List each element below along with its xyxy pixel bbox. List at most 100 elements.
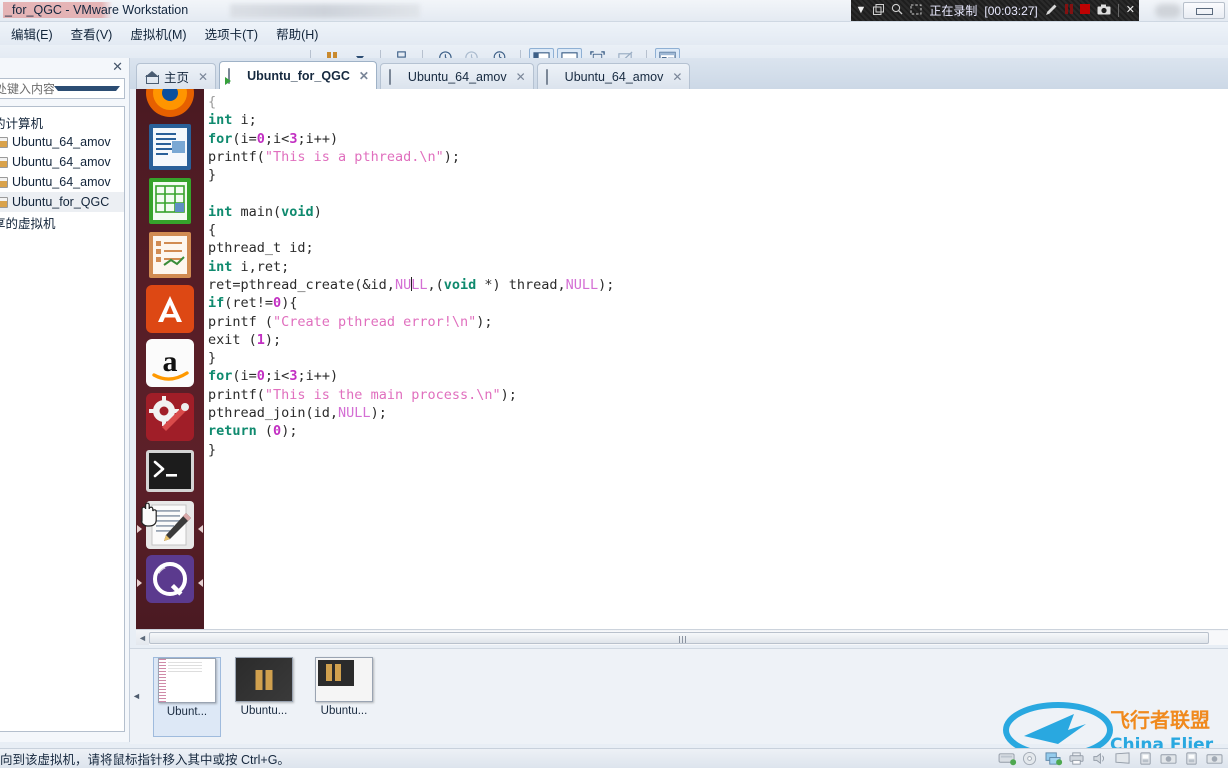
tree-group-shared-vms[interactable]: 享的虚拟机 — [0, 212, 124, 232]
tab-ubuntu-64-amov-2[interactable]: Ubuntu_64_amov ✕ — [536, 63, 691, 89]
pen-icon[interactable] — [1045, 3, 1058, 19]
menu-item-edit[interactable]: 编辑(E) — [2, 22, 62, 45]
sound-icon[interactable] — [1090, 751, 1109, 766]
close-library-icon[interactable]: ✕ — [112, 60, 123, 73]
device-status-icons — [998, 751, 1224, 766]
vm-horizontal-scrollbar[interactable]: ◄ — [136, 629, 1228, 645]
menu-item-help[interactable]: 帮助(H) — [267, 22, 327, 45]
camera-icon[interactable] — [1097, 4, 1111, 18]
collapse-thumbnails-icon[interactable]: ◄ — [132, 687, 141, 705]
tree-label: Ubuntu_for_QGC — [12, 195, 110, 209]
close-tab-icon[interactable]: ✕ — [359, 69, 369, 83]
tree-item-ubuntu-for-qgc[interactable]: Ubuntu_for_QGC — [0, 192, 124, 212]
tree-label: Ubuntu_64_amov — [12, 175, 111, 189]
vm-tab-bar: 主页 ✕ Ubuntu_for_QGC ✕ Ubuntu_64_amov ✕ U… — [130, 58, 1228, 89]
gedit-text-area[interactable]: { int i; for(i=0;i<3;i++) printf("This i… — [204, 89, 1228, 629]
library-panel: ✕ 处键入内容进行... 的计算机 Ubuntu_64_amov Ubuntu_… — [0, 58, 130, 742]
menu-item-tabs[interactable]: 选项卡(T) — [196, 22, 267, 45]
terminal-icon[interactable] — [144, 445, 196, 497]
tree-group-my-computer[interactable]: 的计算机 — [0, 112, 124, 132]
ubuntu-software-icon[interactable] — [144, 283, 196, 335]
select-region-icon[interactable] — [910, 4, 922, 18]
amazon-icon[interactable]: a — [144, 337, 196, 389]
libreoffice-calc-icon[interactable] — [144, 175, 196, 227]
thumbnail-item-2[interactable]: Ubuntu... — [230, 657, 298, 737]
camera-icon[interactable] — [1205, 751, 1224, 766]
chevron-down-icon[interactable] — [53, 86, 120, 91]
scroll-left-arrow-icon[interactable]: ◄ — [136, 633, 149, 643]
vm-running-icon — [228, 67, 242, 84]
vm-suspended-icon — [388, 68, 403, 85]
menu-item-view[interactable]: 查看(V) — [62, 22, 122, 45]
scrollbar-thumb[interactable] — [149, 631, 1209, 644]
close-tab-icon[interactable]: ✕ — [516, 70, 526, 84]
tab-ubuntu-64-amov-1[interactable]: Ubuntu_64_amov ✕ — [379, 63, 534, 89]
launcher-right-arrow-icon — [198, 525, 203, 533]
library-search-placeholder: 处键入内容进行... — [0, 82, 54, 96]
home-icon — [145, 70, 159, 84]
libreoffice-writer-icon[interactable] — [144, 121, 196, 173]
mouse-cursor-hand-icon — [140, 502, 157, 527]
vm-icon — [0, 176, 8, 188]
library-tree: 的计算机 Ubuntu_64_amov Ubuntu_64_amov Ubunt… — [0, 106, 125, 732]
menu-item-vm[interactable]: 虚拟机(M) — [121, 22, 195, 45]
vm-console-screen[interactable]: a {int i; for(i=0;i<3;i++) printf("This… — [136, 89, 1228, 629]
tree-item-ubuntu-64-amov-2[interactable]: Ubuntu_64_amov — [0, 152, 124, 172]
usb-icon[interactable] — [1182, 751, 1201, 766]
tree-item-ubuntu-64-amov-1[interactable]: Ubuntu_64_amov — [0, 132, 124, 152]
source-code[interactable]: { int i; for(i=0;i<3;i++) printf("This i… — [208, 93, 1228, 459]
tab-label: 主页 — [164, 71, 190, 85]
title-blur-overlay — [230, 4, 420, 18]
minimize-button[interactable] — [1183, 2, 1225, 19]
library-search-box[interactable]: 处键入内容进行... — [0, 78, 125, 99]
vm-icon — [0, 136, 8, 148]
restore-window-icon[interactable] — [873, 3, 885, 18]
window-controls-blur — [1155, 4, 1181, 18]
camera-icon[interactable] — [1159, 751, 1178, 766]
thumbnail-preview — [158, 658, 216, 703]
libreoffice-impress-icon[interactable] — [144, 229, 196, 281]
thumbnail-label: Ubuntu... — [240, 705, 288, 717]
thumbnail-preview — [235, 657, 293, 702]
qgroundcontrol-icon[interactable] — [144, 553, 196, 605]
scrollbar-track[interactable] — [149, 630, 1228, 645]
screen-recorder-toolbar: ▼ 正在录制 [00:03:27] ✕ — [851, 0, 1139, 21]
thumbnail-item-1[interactable]: Ubunt... — [153, 657, 221, 737]
tree-item-ubuntu-64-amov-3[interactable]: Ubuntu_64_amov — [0, 172, 124, 192]
chevron-down-icon[interactable]: ▼ — [855, 5, 866, 16]
close-tab-icon[interactable]: ✕ — [198, 70, 208, 84]
close-recorder-icon[interactable]: ✕ — [1126, 5, 1135, 16]
tab-home[interactable]: 主页 ✕ — [136, 63, 217, 89]
display-icon[interactable] — [1113, 751, 1132, 766]
tab-ubuntu-for-qgc[interactable]: Ubuntu_for_QGC ✕ — [219, 61, 377, 89]
network-icon[interactable] — [1044, 751, 1063, 766]
thumbnail-label: Ubuntu... — [320, 705, 368, 717]
svg-text:a: a — [163, 345, 178, 378]
thumbnail-preview — [315, 657, 373, 702]
tree-label: Ubuntu_64_amov — [12, 135, 111, 149]
system-settings-icon[interactable] — [144, 391, 196, 443]
menu-bar: 编辑(E) 查看(V) 虚拟机(M) 选项卡(T) 帮助(H) — [0, 22, 1228, 45]
tree-label: 享的虚拟机 — [0, 216, 56, 231]
firefox-icon[interactable] — [144, 89, 196, 119]
tree-label: Ubuntu_64_amov — [12, 155, 111, 169]
vmware-workstation-window: _for_QGC - VMware Workstation ▼ 正在录制 [00… — [0, 0, 1228, 768]
cd-dvd-icon[interactable] — [1021, 751, 1040, 766]
thumbnail-item-3[interactable]: Ubuntu... — [310, 657, 378, 737]
printer-icon[interactable] — [1067, 751, 1086, 766]
thumbnail-label: Ubunt... — [166, 706, 208, 718]
window-title: _for_QGC - VMware Workstation — [3, 2, 193, 18]
launcher-left-arrow-icon — [137, 579, 142, 587]
pause-recording-icon[interactable] — [1064, 4, 1073, 17]
search-icon[interactable] — [891, 3, 903, 18]
stop-recording-icon[interactable] — [1079, 4, 1090, 17]
tree-label: 的计算机 — [0, 116, 44, 131]
recording-status-label: 正在录制 — [929, 4, 978, 18]
vm-icon — [0, 156, 8, 168]
title-bar: _for_QGC - VMware Workstation ▼ 正在录制 [00… — [0, 0, 1228, 22]
tab-label: Ubuntu_for_QGC — [247, 68, 350, 83]
recorder-divider — [1117, 4, 1119, 17]
hard-disk-icon[interactable] — [998, 751, 1017, 766]
usb-icon[interactable] — [1136, 751, 1155, 766]
close-tab-icon[interactable]: ✕ — [672, 70, 682, 84]
